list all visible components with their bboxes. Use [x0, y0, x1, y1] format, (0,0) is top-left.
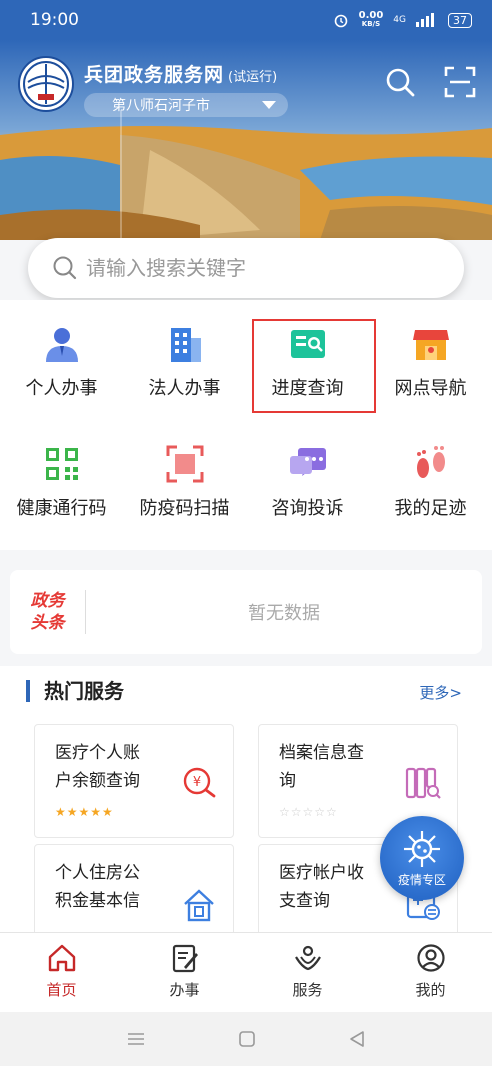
tab-services[interactable]: 服务 — [246, 933, 369, 1012]
news-badge-line2: 头条 — [30, 613, 65, 633]
house-icon — [184, 889, 214, 922]
app-subtitle: (试运行) — [228, 70, 278, 85]
grid-item-label: 我的足迹 — [394, 498, 467, 519]
app-logo — [18, 56, 74, 112]
alarm-icon — [334, 14, 347, 28]
card-line2: 积金基本信 — [55, 891, 140, 911]
person-icon — [45, 328, 78, 362]
bottom-tab-bar: 首页 办事 服务 我的 — [0, 932, 492, 1012]
system-navigation-bar — [0, 1012, 492, 1066]
net-speed: 0.00 KB/S — [359, 11, 384, 29]
epidemic-zone-label: 疫情专区 — [397, 872, 446, 887]
rating-stars: ★★★★★ — [55, 805, 114, 819]
yuan-search-icon: ¥ — [183, 767, 216, 798]
virus-icon — [404, 830, 440, 867]
search-icon — [53, 256, 77, 280]
building-icon — [170, 328, 201, 362]
signal-icon — [416, 13, 434, 27]
title-block: 兵团政务服务网 (试运行) 第八师石河子市 — [84, 60, 288, 117]
archive-search-icon — [405, 767, 441, 799]
tab-label: 我的 — [415, 981, 446, 999]
card-line1: 个人住房公 — [55, 863, 140, 883]
net-speed-unit: KB/S — [361, 20, 381, 28]
tab-label: 服务 — [292, 981, 323, 999]
status-time: 19:00 — [30, 10, 79, 30]
edit-doc-icon — [172, 944, 198, 973]
tab-label: 首页 — [46, 981, 77, 999]
status-bar: 19:00 0.00 KB/S 4G 37 — [0, 0, 492, 40]
card-line1: 医疗个人账 — [55, 743, 140, 763]
news-empty-text: 暂无数据 — [248, 603, 320, 624]
user-icon — [416, 944, 445, 972]
tab-label: 办事 — [169, 981, 200, 999]
grid-item-label: 法人办事 — [148, 378, 221, 399]
highlight-box — [252, 319, 376, 413]
tab-home[interactable]: 首页 — [0, 933, 123, 1012]
epidemic-zone-button[interactable]: 疫情专区 — [380, 816, 464, 900]
net-speed-value: 0.00 — [358, 10, 384, 21]
card-line2: 支查询 — [279, 891, 330, 911]
region-selector[interactable]: 第八师石河子市 — [84, 93, 288, 117]
shop-navigation-icon — [412, 330, 449, 360]
grid-item-epidemic-scan[interactable]: 防疫码扫描 — [123, 420, 246, 520]
grid-item-label: 咨询投诉 — [271, 498, 344, 519]
tab-mine[interactable]: 我的 — [369, 933, 492, 1012]
news-badge: 政务 头条 — [10, 590, 86, 634]
home-icon — [48, 944, 75, 972]
grid-item-label: 防疫码扫描 — [139, 498, 230, 519]
service-card-title: 医疗个人账 户余额查询 — [55, 739, 165, 795]
header-banner: 兵团政务服务网 (试运行) 第八师石河子市 — [0, 40, 492, 240]
news-badge-line1: 政务 — [30, 591, 65, 611]
network-type: 4G — [393, 15, 406, 25]
service-card-title: 个人住房公 积金基本信 — [55, 859, 165, 915]
card-line2: 户余额查询 — [55, 771, 140, 791]
home-square-icon[interactable] — [238, 1030, 256, 1048]
service-card-title: 医疗帐户收 支查询 — [279, 859, 389, 915]
search-icon[interactable] — [384, 66, 416, 98]
menu-icon[interactable] — [126, 1031, 146, 1047]
grid-item-corporate[interactable]: 法人办事 — [123, 300, 246, 400]
grid-item-label: 个人办事 — [25, 378, 98, 399]
footprint-icon — [416, 446, 445, 478]
grid-item-personal[interactable]: 个人办事 — [0, 300, 123, 400]
card-line2: 询 — [279, 771, 296, 791]
scan-frame-icon — [166, 445, 203, 483]
quick-service-grid: 个人办事 法人办事 进度查询 网点导航 健康通行码 防疫码扫描 咨询投诉 我的足… — [0, 300, 492, 550]
status-icons: 0.00 KB/S 4G 37 — [333, 11, 472, 29]
news-headline-bar[interactable]: 政务 头条 暂无数据 — [10, 570, 482, 654]
rating-stars: ☆☆☆☆☆ — [279, 805, 338, 819]
qr-code-icon — [45, 448, 78, 480]
section-title: 热门服务 — [26, 680, 124, 702]
grid-item-consult-complaint[interactable]: 咨询投诉 — [246, 420, 369, 520]
region-label: 第八师石河子市 — [112, 98, 210, 114]
tab-affairs[interactable]: 办事 — [123, 933, 246, 1012]
service-hands-icon — [294, 945, 321, 971]
card-line1: 医疗帐户收 — [279, 863, 364, 883]
grid-item-outlet-nav[interactable]: 网点导航 — [369, 300, 492, 400]
grid-item-my-footprint[interactable]: 我的足迹 — [369, 420, 492, 520]
card-line1: 档案信息查 — [279, 743, 364, 763]
more-link[interactable]: 更多> — [419, 682, 462, 703]
search-bar[interactable] — [28, 238, 464, 298]
svg-text:¥: ¥ — [193, 775, 201, 790]
service-card[interactable]: 医疗个人账 户余额查询 ¥ ★★★★★ — [34, 724, 234, 838]
battery-icon: 37 — [448, 12, 472, 28]
app-title: 兵团政务服务网 — [84, 64, 225, 86]
back-triangle-icon[interactable] — [348, 1030, 366, 1048]
service-card-title: 档案信息查 询 — [279, 739, 389, 795]
search-input[interactable] — [86, 256, 446, 280]
scan-icon[interactable] — [444, 66, 476, 98]
grid-item-label: 健康通行码 — [16, 498, 107, 519]
chevron-down-icon — [262, 101, 276, 109]
grid-item-health-code[interactable]: 健康通行码 — [0, 420, 123, 520]
chat-icon — [289, 448, 326, 476]
grid-item-label: 网点导航 — [394, 378, 467, 399]
